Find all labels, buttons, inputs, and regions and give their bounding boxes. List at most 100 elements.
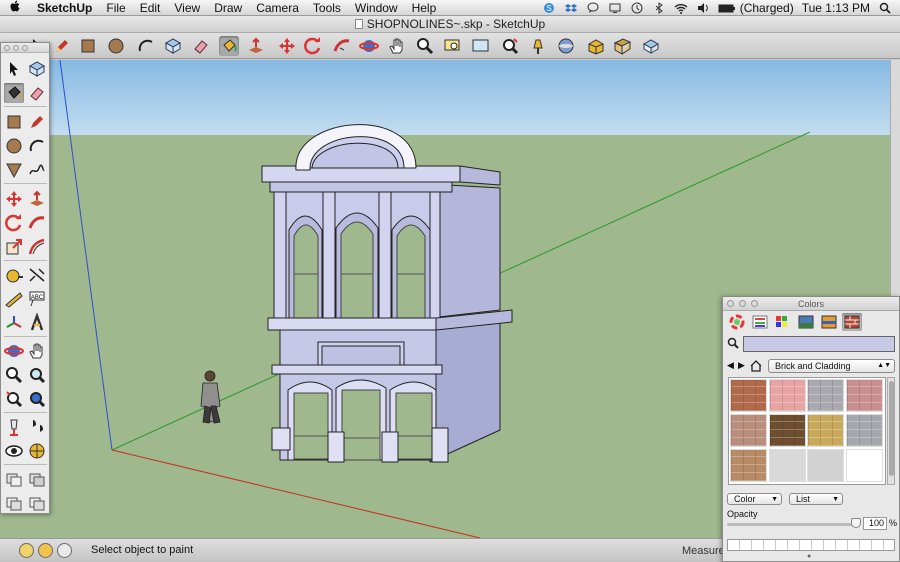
palette-line-icon[interactable] <box>27 112 47 132</box>
rectangle-tool-icon[interactable] <box>78 36 98 56</box>
material-swatch[interactable] <box>768 414 806 447</box>
palette-tape-measure-icon[interactable] <box>4 265 24 285</box>
battery-icon[interactable] <box>718 2 735 14</box>
current-color-well[interactable] <box>743 336 895 352</box>
palette-3d-text-icon[interactable] <box>27 312 47 333</box>
palette-axes-icon[interactable] <box>4 313 24 333</box>
palette-pan-icon[interactable] <box>27 341 47 361</box>
opacity-slider-track[interactable] <box>727 523 857 526</box>
palette-section-extra-icon[interactable] <box>27 493 47 513</box>
colors-close-button[interactable] <box>727 300 734 307</box>
menu-file[interactable]: File <box>99 1 132 15</box>
timemachine-icon[interactable] <box>630 2 644 14</box>
menubar-clock[interactable]: Tue 1:13 PM <box>802 1 870 15</box>
palette-polygon-icon[interactable] <box>4 160 24 180</box>
material-swatch[interactable] <box>807 449 844 482</box>
palette-circle-icon[interactable] <box>4 136 24 156</box>
palette-previous-icon[interactable] <box>27 389 47 409</box>
palette-scale-icon[interactable] <box>4 237 24 257</box>
palette-move-icon[interactable] <box>4 189 24 209</box>
credits-icon[interactable] <box>38 543 53 558</box>
palette-walk-icon[interactable] <box>27 417 47 437</box>
display-section-icon[interactable] <box>641 36 661 56</box>
section-plane-icon[interactable] <box>612 36 632 56</box>
opacity-slider-thumb[interactable] <box>851 518 861 528</box>
palette-rotate-icon[interactable] <box>4 213 24 233</box>
material-swatch[interactable] <box>768 379 806 412</box>
colors-title-bar[interactable]: Colors <box>723 297 899 311</box>
make-component-icon[interactable] <box>163 36 183 56</box>
palette-minimize-button[interactable] <box>13 45 19 51</box>
palette-protractor-icon[interactable] <box>4 289 24 309</box>
dropbox-icon[interactable] <box>564 2 578 14</box>
forward-arrow-icon[interactable]: ▶ <box>738 360 745 371</box>
material-swatch[interactable] <box>730 414 767 447</box>
palette-section-fill-icon[interactable] <box>4 493 24 513</box>
bluetooth-icon[interactable] <box>652 1 666 14</box>
palette-zoom-icon[interactable] <box>4 365 24 385</box>
palette-follow-me-icon[interactable] <box>27 213 47 233</box>
palette-zoom-window-icon[interactable] <box>27 365 47 385</box>
material-swatch[interactable] <box>845 379 883 412</box>
geo-location-icon[interactable] <box>19 543 34 558</box>
panel-resize-handle[interactable]: ● <box>807 553 811 560</box>
texture-bricks-icon[interactable] <box>842 313 862 331</box>
palette-make-component-icon[interactable] <box>27 59 47 79</box>
opacity-input[interactable]: 100 <box>863 517 887 530</box>
menu-draw[interactable]: Draw <box>207 1 249 15</box>
material-swatch[interactable] <box>768 449 806 482</box>
home-icon[interactable] <box>749 359 763 375</box>
position-camera-icon[interactable] <box>528 36 548 56</box>
menu-edit[interactable]: Edit <box>133 1 168 15</box>
eraser-tool-icon[interactable] <box>191 36 211 56</box>
palette-position-camera-icon[interactable] <box>4 417 24 437</box>
menu-tools[interactable]: Tools <box>306 1 348 15</box>
previous-view-icon[interactable] <box>501 36 521 56</box>
building-model[interactable] <box>261 124 513 463</box>
palette-zoom-button[interactable] <box>22 45 28 51</box>
material-swatch[interactable] <box>845 414 883 447</box>
arc-tool-icon[interactable] <box>136 36 156 56</box>
palette-orbit-icon[interactable] <box>4 341 24 361</box>
help-icon[interactable] <box>57 543 72 558</box>
palette-display-section-icon[interactable] <box>4 469 24 489</box>
material-swatch[interactable] <box>845 449 883 482</box>
material-swatch[interactable] <box>807 414 844 447</box>
spotlight-icon[interactable] <box>878 2 892 14</box>
sort-mode-popup[interactable]: List ▼ <box>789 493 843 505</box>
pan-tool-icon[interactable] <box>387 36 407 56</box>
ichat-icon[interactable] <box>586 2 600 14</box>
zoom-window-tool-icon[interactable] <box>443 36 463 56</box>
palette-zoom-extents-icon[interactable] <box>4 389 24 409</box>
palette-text-icon[interactable]: ABC <box>27 289 47 309</box>
menu-help[interactable]: Help <box>405 1 444 15</box>
pencil-tool-icon[interactable] <box>52 36 72 56</box>
palette-look-around-icon[interactable] <box>4 441 24 461</box>
menu-view[interactable]: View <box>167 1 207 15</box>
favorite-swatches-well[interactable] <box>727 539 895 551</box>
palette-display-cuts-icon[interactable] <box>27 469 47 489</box>
material-library-select[interactable]: Brick and Cladding ▲▼ <box>768 359 895 373</box>
circle-tool-icon[interactable] <box>106 36 126 56</box>
zoom-extents-tool-icon[interactable] <box>471 36 491 56</box>
palette-title-bar[interactable] <box>1 43 49 53</box>
menu-sketchup[interactable]: SketchUp <box>30 1 99 15</box>
palette-push-pull-icon[interactable] <box>27 189 47 209</box>
colors-zoom-button[interactable] <box>751 300 758 307</box>
palette-close-button[interactable] <box>4 45 10 51</box>
display-icon[interactable] <box>608 2 622 14</box>
color-wheel-icon[interactable] <box>727 313 747 331</box>
rotate-tool-icon[interactable] <box>303 36 323 56</box>
menu-camera[interactable]: Camera <box>249 1 306 15</box>
apple-menu-icon[interactable] <box>0 0 30 16</box>
image-palettes-icon[interactable] <box>796 313 816 331</box>
wifi-icon[interactable] <box>674 2 688 14</box>
palette-eraser-icon[interactable] <box>27 83 47 103</box>
view-mode-popup[interactable]: Color ▼ <box>727 493 782 505</box>
orbit-tool-icon[interactable] <box>359 36 379 56</box>
color-sliders-icon[interactable] <box>750 313 770 331</box>
back-arrow-icon[interactable]: ◀ <box>727 360 734 371</box>
palette-arc-icon[interactable] <box>27 136 47 156</box>
menu-window[interactable]: Window <box>348 1 405 15</box>
palette-rectangle-icon[interactable] <box>4 112 24 132</box>
